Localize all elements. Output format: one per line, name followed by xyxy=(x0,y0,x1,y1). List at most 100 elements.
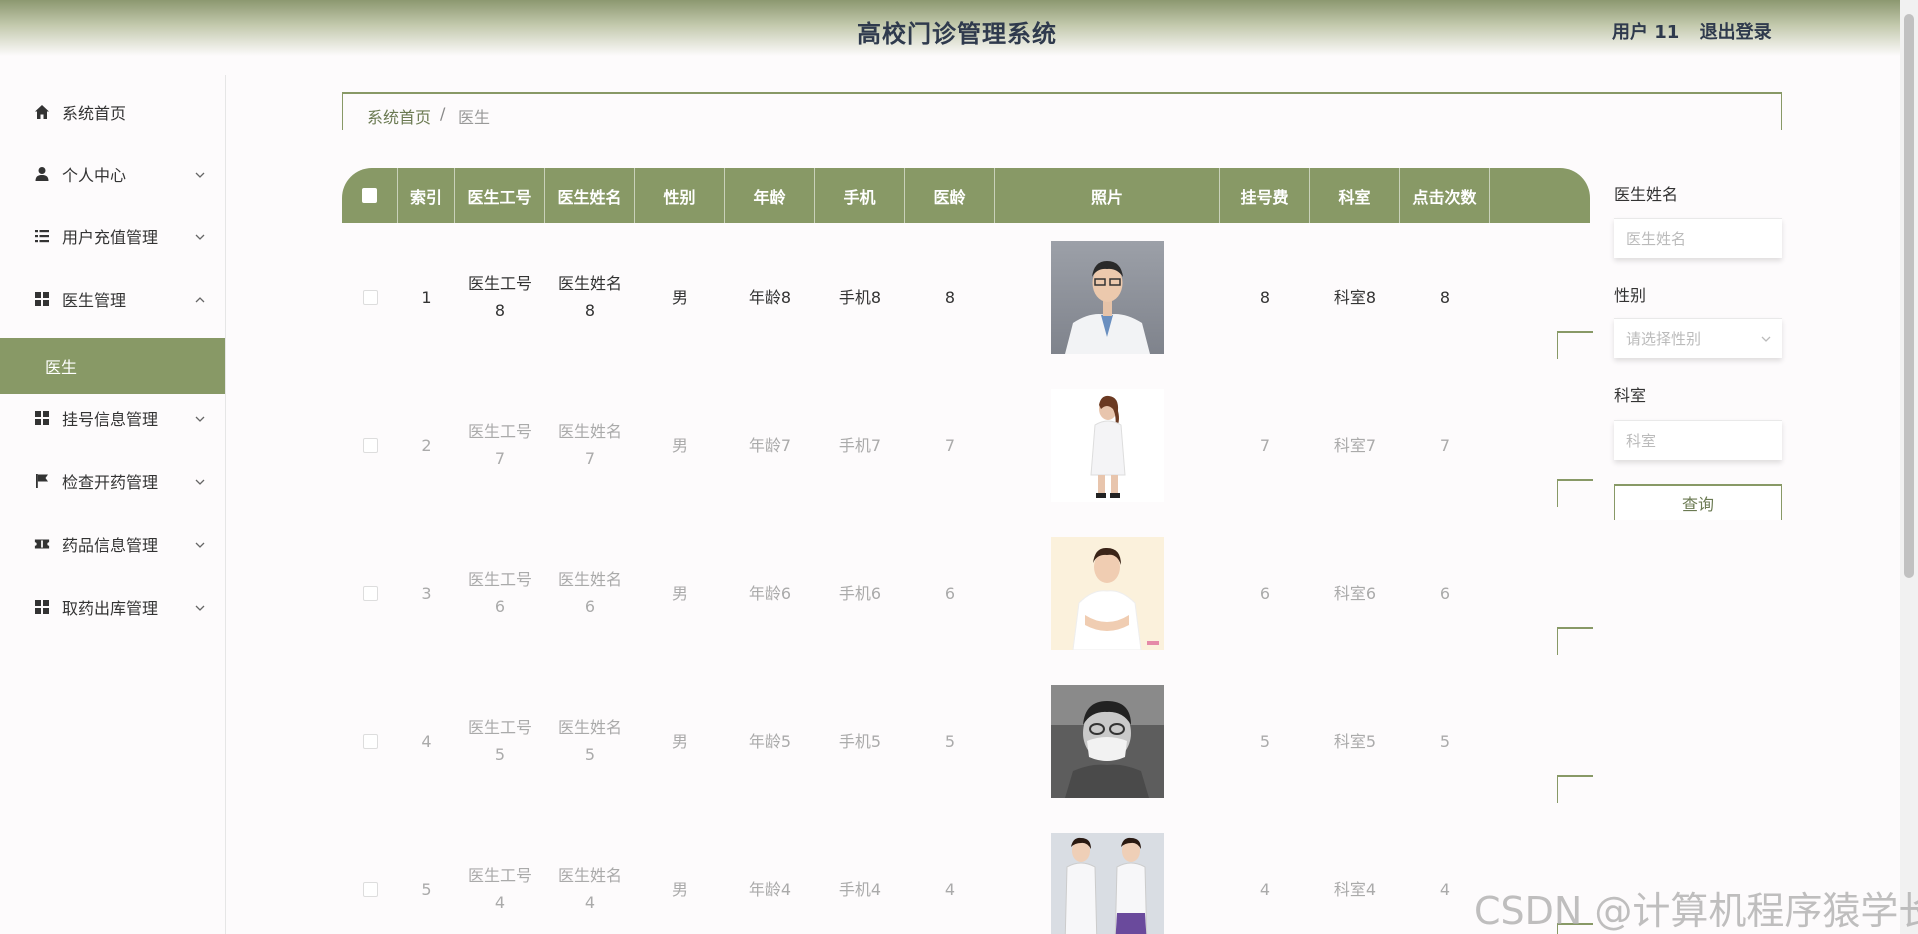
cell-doctor-name: 医生姓名 7 xyxy=(545,371,635,519)
doctor-name-input[interactable]: 医生姓名 xyxy=(1614,218,1782,258)
cell-line: 医生工号 xyxy=(467,866,532,885)
breadcrumb-home-link[interactable]: 系统首页 xyxy=(367,104,431,128)
row-checkbox[interactable] xyxy=(362,881,378,897)
sidebar-item-doctor-management[interactable]: 医生管理 xyxy=(0,271,225,327)
breadcrumb-separator: / xyxy=(440,104,446,123)
cell-index: 1 xyxy=(421,287,432,307)
table-row: 1 医生工号 8 医生姓名 8 男 年龄8 手机8 8 8 科室8 8 xyxy=(342,223,1597,371)
sidebar-item-label: 检查开药管理 xyxy=(62,473,159,492)
column-header[interactable]: 点击次数 xyxy=(1400,168,1490,223)
cell-line: 医生姓名 xyxy=(557,718,622,737)
cell-department: 科室5 xyxy=(1333,731,1377,751)
table-row: 5 医生工号 4 医生姓名 4 男 年龄4 手机4 4 4 科室4 4 xyxy=(342,815,1597,934)
sidebar-item-medicine[interactable]: 药品信息管理 xyxy=(0,516,225,572)
row-checkbox[interactable] xyxy=(362,733,378,749)
doctor-photo[interactable] xyxy=(1051,240,1164,354)
column-header[interactable]: 年龄 xyxy=(725,168,815,223)
home-icon xyxy=(34,104,50,120)
column-header[interactable]: 性别 xyxy=(635,168,725,223)
cell-doctor-id: 医生工号 7 xyxy=(455,371,545,519)
row-action-button[interactable] xyxy=(1557,627,1597,655)
sidebar-item-label: 个人中心 xyxy=(62,166,127,185)
cell-age: 年龄5 xyxy=(748,731,792,751)
cell-phone: 手机6 xyxy=(838,583,882,603)
cell-fee: 8 xyxy=(1259,287,1271,307)
cell-department: 科室4 xyxy=(1333,879,1377,899)
cell-fee: 6 xyxy=(1259,583,1271,603)
cell-years: 6 xyxy=(944,583,956,603)
cell-line: 4 xyxy=(584,893,596,912)
cell-line: 4 xyxy=(494,893,506,912)
sidebar-item-exam[interactable]: 检查开药管理 xyxy=(0,453,225,509)
sidebar-item-label: 药品信息管理 xyxy=(62,536,159,555)
cell-department: 科室8 xyxy=(1333,287,1377,307)
cell-gender: 男 xyxy=(671,287,688,307)
sidebar-item-profile[interactable]: 个人中心 xyxy=(0,146,225,202)
select-all-checkbox[interactable] xyxy=(362,188,377,203)
row-checkbox[interactable] xyxy=(362,289,378,305)
chevron-down-icon xyxy=(193,600,207,614)
cell-age: 年龄6 xyxy=(748,583,792,603)
column-header[interactable]: 医生姓名 xyxy=(545,168,635,223)
cell-line: 医生姓名 xyxy=(557,866,622,885)
column-header[interactable]: 医龄 xyxy=(905,168,995,223)
cell-doctor-id: 医生工号 4 xyxy=(455,815,545,934)
row-action-button[interactable] xyxy=(1557,775,1597,803)
department-input[interactable]: 科室 xyxy=(1614,420,1782,460)
row-action-button[interactable] xyxy=(1557,331,1597,359)
cell-gender: 男 xyxy=(671,583,688,603)
column-header[interactable]: 照片 xyxy=(995,168,1220,223)
chevron-down-icon xyxy=(1759,332,1773,346)
cell-line: 6 xyxy=(494,597,506,616)
row-checkbox[interactable] xyxy=(362,437,378,453)
cell-photo xyxy=(995,667,1220,815)
sidebar-item-doctor[interactable]: 医生 xyxy=(0,338,225,394)
cell-doctor-name: 医生姓名 6 xyxy=(545,519,635,667)
row-checkbox-cell xyxy=(342,371,398,519)
sidebar-item-home[interactable]: 系统首页 xyxy=(0,84,225,140)
sidebar-item-recharge[interactable]: 用户充值管理 xyxy=(0,208,225,264)
column-header[interactable]: 挂号费 xyxy=(1220,168,1310,223)
cell-doctor-name: 医生姓名 8 xyxy=(545,223,635,371)
cell-age: 年龄4 xyxy=(748,879,792,899)
column-header[interactable]: 科室 xyxy=(1310,168,1400,223)
cell-fee: 5 xyxy=(1259,731,1271,751)
cell-photo xyxy=(995,223,1220,371)
doctor-photo[interactable] xyxy=(1051,536,1164,650)
column-header[interactable]: 医生工号 xyxy=(455,168,545,223)
cell-line: 5 xyxy=(494,745,506,764)
sidebar-item-registration[interactable]: 挂号信息管理 xyxy=(0,390,225,446)
cell-index: 2 xyxy=(421,435,432,455)
gender-select[interactable]: 请选择性别 xyxy=(1614,318,1782,358)
cell-line: 8 xyxy=(494,301,506,320)
cell-line: 8 xyxy=(584,301,596,320)
doctor-photo[interactable] xyxy=(1051,832,1164,934)
row-checkbox[interactable] xyxy=(362,585,378,601)
sidebar-item-label: 系统首页 xyxy=(62,104,127,123)
scrollbar-thumb[interactable] xyxy=(1904,14,1914,578)
cell-index: 3 xyxy=(421,583,432,603)
chevron-up-icon xyxy=(193,292,207,306)
column-header[interactable]: 索引 xyxy=(398,168,455,223)
grid-icon xyxy=(34,599,50,615)
vertical-scrollbar[interactable] xyxy=(1900,0,1918,934)
cell-gender: 男 xyxy=(671,879,688,899)
cell-doctor-id: 医生工号 6 xyxy=(455,519,545,667)
row-checkbox-cell xyxy=(342,519,398,667)
grid-icon xyxy=(34,410,50,426)
logout-link[interactable]: 退出登录 xyxy=(1700,22,1772,43)
search-label-gender: 性别 xyxy=(1614,286,1647,305)
user-area: 用户 11 退出登录 xyxy=(1612,18,1786,44)
user-icon xyxy=(34,166,50,182)
cell-phone: 手机7 xyxy=(838,435,882,455)
sidebar-item-dispense[interactable]: 取药出库管理 xyxy=(0,579,225,635)
flag-icon xyxy=(34,473,50,489)
row-action-button[interactable] xyxy=(1557,479,1597,507)
doctor-photo[interactable] xyxy=(1051,684,1164,798)
column-header[interactable]: 手机 xyxy=(815,168,905,223)
query-button[interactable]: 查询 xyxy=(1614,484,1782,520)
cell-phone: 手机8 xyxy=(838,287,882,307)
doctor-photo[interactable] xyxy=(1051,388,1164,502)
cell-clicks: 6 xyxy=(1439,583,1451,603)
breadcrumb: 系统首页 / 医生 xyxy=(342,92,1782,130)
